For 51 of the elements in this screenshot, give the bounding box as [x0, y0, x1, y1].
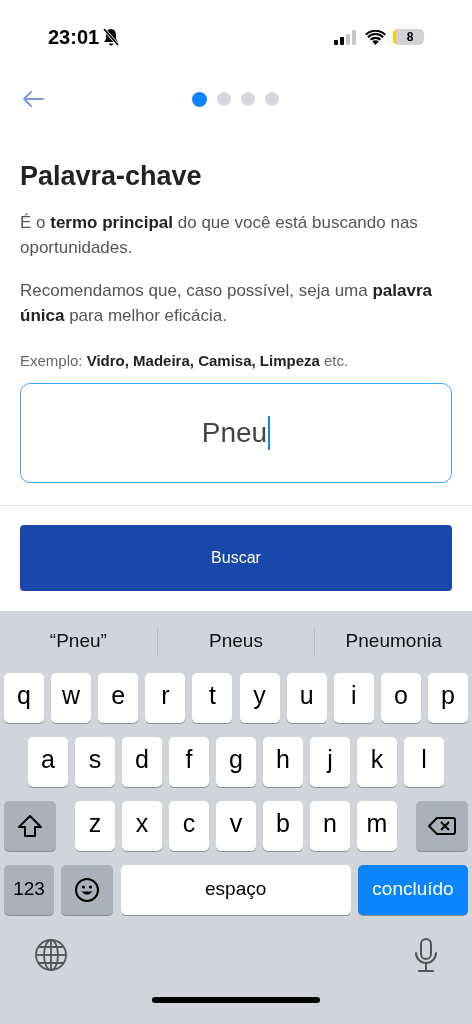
keyboard-key[interactable]: m: [357, 800, 397, 851]
keyboard-key[interactable]: q: [4, 672, 44, 723]
search-button[interactable]: Buscar: [20, 524, 452, 591]
suggestion[interactable]: Pneus: [209, 627, 263, 656]
keyboard-key[interactable]: y: [239, 672, 280, 723]
keyboard-key[interactable]: z: [75, 800, 115, 851]
shift-key[interactable]: [4, 800, 56, 851]
keyboard-key[interactable]: l: [404, 736, 444, 787]
description-text: Recomendamos que, caso possível, seja uma palavra única para melhor eficácia.: [20, 280, 433, 327]
keyboard-key[interactable]: s: [75, 736, 115, 787]
description-text: É o termo principal do que você está buscando nas oportunidades.: [20, 212, 419, 259]
keyboard-key[interactable]: u: [286, 672, 327, 723]
suggestion[interactable]: Pneumonia: [345, 627, 442, 656]
example-text: Exemplo: Vidro, Madeira, Camisa, Limpeza etc.: [20, 351, 350, 371]
keyboard-key[interactable]: f: [169, 736, 209, 787]
keyboard-key[interactable]: o: [380, 672, 421, 723]
backspace-key[interactable]: [416, 800, 468, 851]
shift-arrow-icon: [17, 813, 43, 838]
page-title: Palavra-chave: [20, 160, 203, 192]
keyboard-key[interactable]: n: [310, 800, 350, 851]
keyboard-key[interactable]: p: [428, 672, 468, 723]
keyboard-key[interactable]: i: [333, 672, 374, 723]
keyboard-key[interactable]: c: [169, 800, 209, 851]
keyboard-key[interactable]: t: [192, 672, 233, 723]
keyword-field[interactable]: Pneu: [20, 382, 452, 483]
keyboard-key[interactable]: v: [216, 800, 256, 851]
keyboard-key[interactable]: w: [51, 672, 92, 723]
keyboard-key[interactable]: x: [122, 800, 162, 851]
globe-icon[interactable]: [34, 937, 68, 972]
back-arrow-icon[interactable]: [22, 90, 44, 108]
status-time: 23:01: [48, 25, 100, 50]
emoji-key[interactable]: [61, 864, 114, 915]
backspace-icon: [428, 815, 456, 836]
numbers-key[interactable]: 123: [4, 864, 54, 915]
microphone-icon[interactable]: [414, 936, 438, 973]
smiley-icon: [74, 876, 101, 903]
keyboard-key[interactable]: a: [28, 736, 68, 787]
keyboard-key[interactable]: r: [145, 672, 186, 723]
keyboard-key[interactable]: g: [216, 736, 256, 787]
keyboard-key[interactable]: j: [310, 736, 350, 787]
keyboard-key[interactable]: e: [98, 672, 139, 723]
done-key[interactable]: concluído: [358, 864, 468, 915]
keyboard-key[interactable]: h: [263, 736, 303, 787]
battery-indicator: 8: [393, 29, 424, 45]
signal-icon: [334, 29, 358, 45]
keyboard-key[interactable]: k: [357, 736, 397, 787]
keyboard-key[interactable]: b: [263, 800, 303, 851]
wifi-icon: [365, 29, 386, 45]
suggestion[interactable]: “Pneu”: [49, 627, 107, 656]
keyboard-key[interactable]: d: [122, 736, 162, 787]
space-key[interactable]: espaço: [120, 864, 351, 915]
